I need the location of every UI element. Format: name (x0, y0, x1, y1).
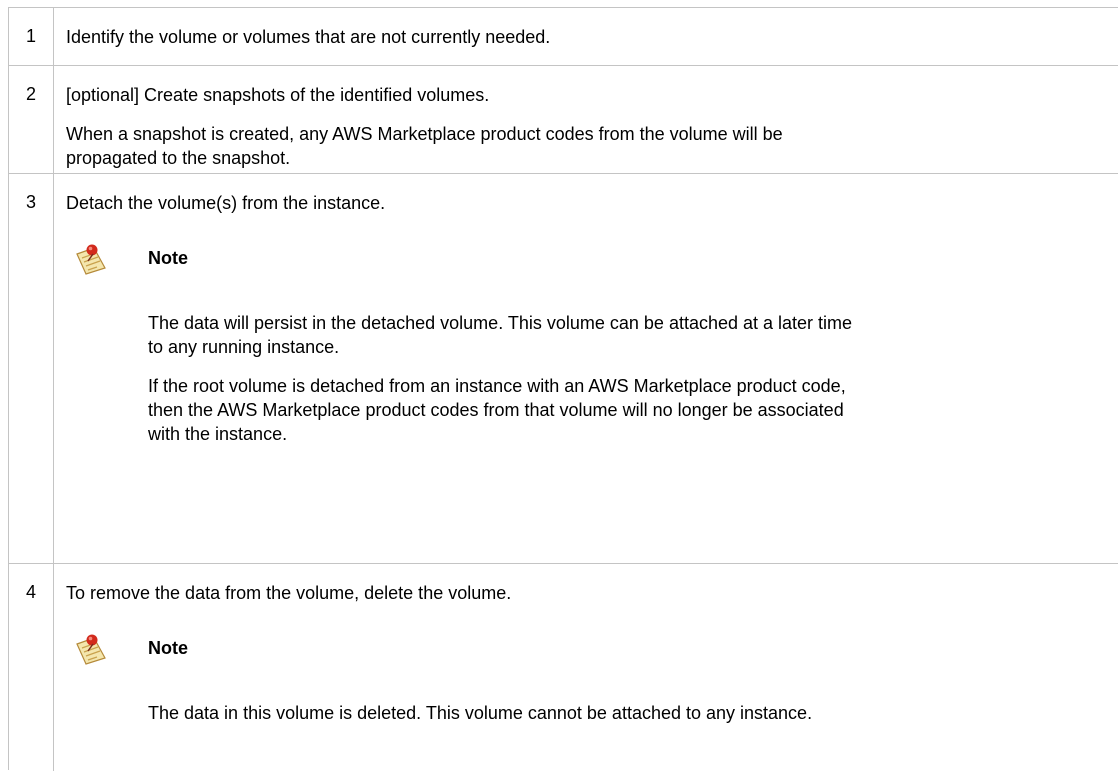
step-detail-line: When a snapshot is created, any AWS Mark… (66, 124, 783, 144)
step-row-4: 4 To remove the data from the volume, de… (9, 564, 1118, 771)
note-text-line: to any running instance. (148, 337, 340, 357)
note-title: Note (148, 248, 188, 268)
step-row-2: 2 [optional] Create snapshots of the ide… (9, 66, 1118, 174)
step-text: [optional] Create snapshots of the ident… (66, 85, 490, 105)
procedure-steps-table: 1 Identify the volume or volumes that ar… (8, 7, 1118, 771)
step-number: 3 (26, 192, 37, 212)
step-number: 1 (26, 26, 37, 46)
step-row-1: 1 Identify the volume or volumes that ar… (9, 8, 1118, 66)
step-number: 4 (26, 582, 37, 602)
note-title: Note (148, 638, 188, 658)
note-text-line: The data in this volume is deleted. This… (148, 703, 813, 723)
step-text: Detach the volume(s) from the instance. (66, 193, 386, 213)
note-text-line: If the root volume is detached from an i… (148, 376, 846, 396)
step-row-3: 3 Detach the volume(s) from the instance… (9, 174, 1118, 564)
note-text-line: then the AWS Marketplace product codes f… (148, 400, 844, 420)
step-number: 2 (26, 84, 37, 104)
note-text-line: with the instance. (148, 424, 288, 444)
step-text: Identify the volume or volumes that are … (66, 27, 551, 47)
step-text: To remove the data from the volume, dele… (66, 583, 512, 603)
note-pushpin-icon (74, 242, 108, 276)
step-detail-line: propagated to the snapshot. (66, 148, 291, 168)
note-text-line: The data will persist in the detached vo… (148, 313, 853, 333)
note-pushpin-icon (74, 632, 108, 666)
